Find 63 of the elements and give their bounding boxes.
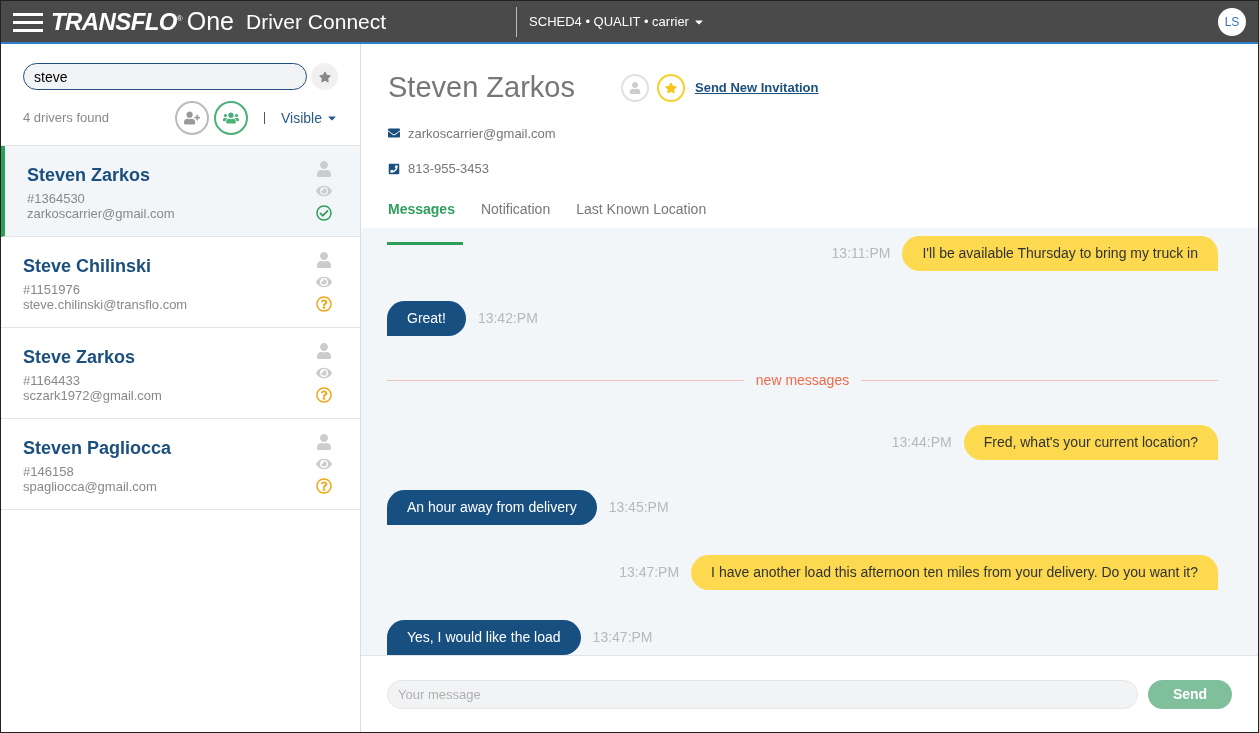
eye-icon [316, 456, 332, 472]
brand-name: TRANSFLO [51, 6, 177, 37]
send-invitation-link[interactable]: Send New Invitation [695, 78, 819, 98]
driver-email: steve.chilinski@transflo.com [23, 296, 189, 312]
driver-email: spagliocca@gmail.com [23, 478, 158, 494]
add-driver-button[interactable] [175, 101, 209, 135]
tab[interactable]: Notification [480, 198, 551, 228]
eye-icon [316, 274, 332, 290]
driver-email: sczark1972@gmail.com [23, 387, 163, 403]
incoming-message: An hour away from delivery [387, 489, 597, 525]
visibility-filter[interactable]: Visible [281, 107, 338, 129]
driver-id: #1364530 [27, 190, 86, 206]
profile-button[interactable] [621, 73, 649, 102]
driver-profile-name: Steven Zarkos [388, 70, 575, 105]
account-dropdown[interactable]: SCHED4 • QUALIT • carrier [529, 11, 705, 32]
group-icon [223, 110, 239, 126]
eye-icon [316, 183, 332, 199]
driver-email: zarkoscarrier@gmail.com [27, 205, 176, 221]
user-icon [317, 434, 331, 450]
app-title: Driver Connect [246, 8, 387, 35]
tab[interactable]: Last Known Location [576, 198, 707, 228]
outgoing-message: Fred, what's your current location? [963, 424, 1218, 460]
registered-mark: ® [176, 14, 183, 23]
driver-name: Steven Pagliocca [23, 436, 173, 460]
driver-id: #1151976 [23, 281, 81, 297]
favorites-button[interactable] [311, 63, 338, 90]
user-plus-icon [184, 110, 200, 126]
new-messages-divider: new messages [755, 370, 850, 390]
envelope-icon [388, 127, 400, 140]
driver-phone: 813-955-3453 [408, 160, 489, 178]
star-icon [665, 81, 677, 94]
driver-email: zarkoscarrier@gmail.com [408, 124, 556, 143]
outgoing-message: I have another load this afternoon ten miles from your delivery. Do you want it? [691, 554, 1218, 590]
menu-icon[interactable] [13, 11, 43, 32]
star-icon [318, 70, 331, 83]
message-time: 13:11:PM [831, 243, 891, 263]
message-time: 13:47:PM [619, 562, 680, 582]
incoming-message: Great! [387, 300, 466, 336]
user-icon [629, 81, 641, 94]
brand-suffix: One [186, 5, 235, 37]
message-time: 13:47:PM [592, 627, 653, 647]
user-icon [317, 161, 331, 177]
driver-id: #1164433 [23, 372, 81, 388]
message-time: 13:44:PM [891, 432, 952, 452]
user-avatar[interactable]: LS [1218, 7, 1246, 36]
eye-icon [316, 365, 332, 381]
driver-name: Steve Chilinski [23, 254, 153, 278]
favorite-button[interactable] [657, 73, 685, 102]
user-icon [317, 343, 331, 359]
message-input[interactable]: Your message [387, 679, 1138, 709]
phone-icon [388, 162, 400, 175]
message-time: 13:42:PM [477, 308, 538, 328]
message-time: 13:45:PM [608, 497, 669, 517]
driver-list-item[interactable]: Steven Zarkos #1364530 zarkoscarrier@gmail.com [1, 146, 360, 237]
search-field[interactable]: steve [23, 63, 308, 90]
driver-name: Steven Zarkos [27, 163, 152, 187]
user-icon [317, 252, 331, 268]
outgoing-message: I'll be available Thursday to bring my truck in [902, 235, 1218, 271]
results-count: 4 drivers found [23, 109, 109, 128]
incoming-message: Yes, I would like the load [387, 619, 581, 655]
driver-name: Steve Zarkos [23, 345, 137, 369]
add-group-button[interactable] [214, 101, 248, 135]
driver-id: #146158 [23, 463, 75, 479]
